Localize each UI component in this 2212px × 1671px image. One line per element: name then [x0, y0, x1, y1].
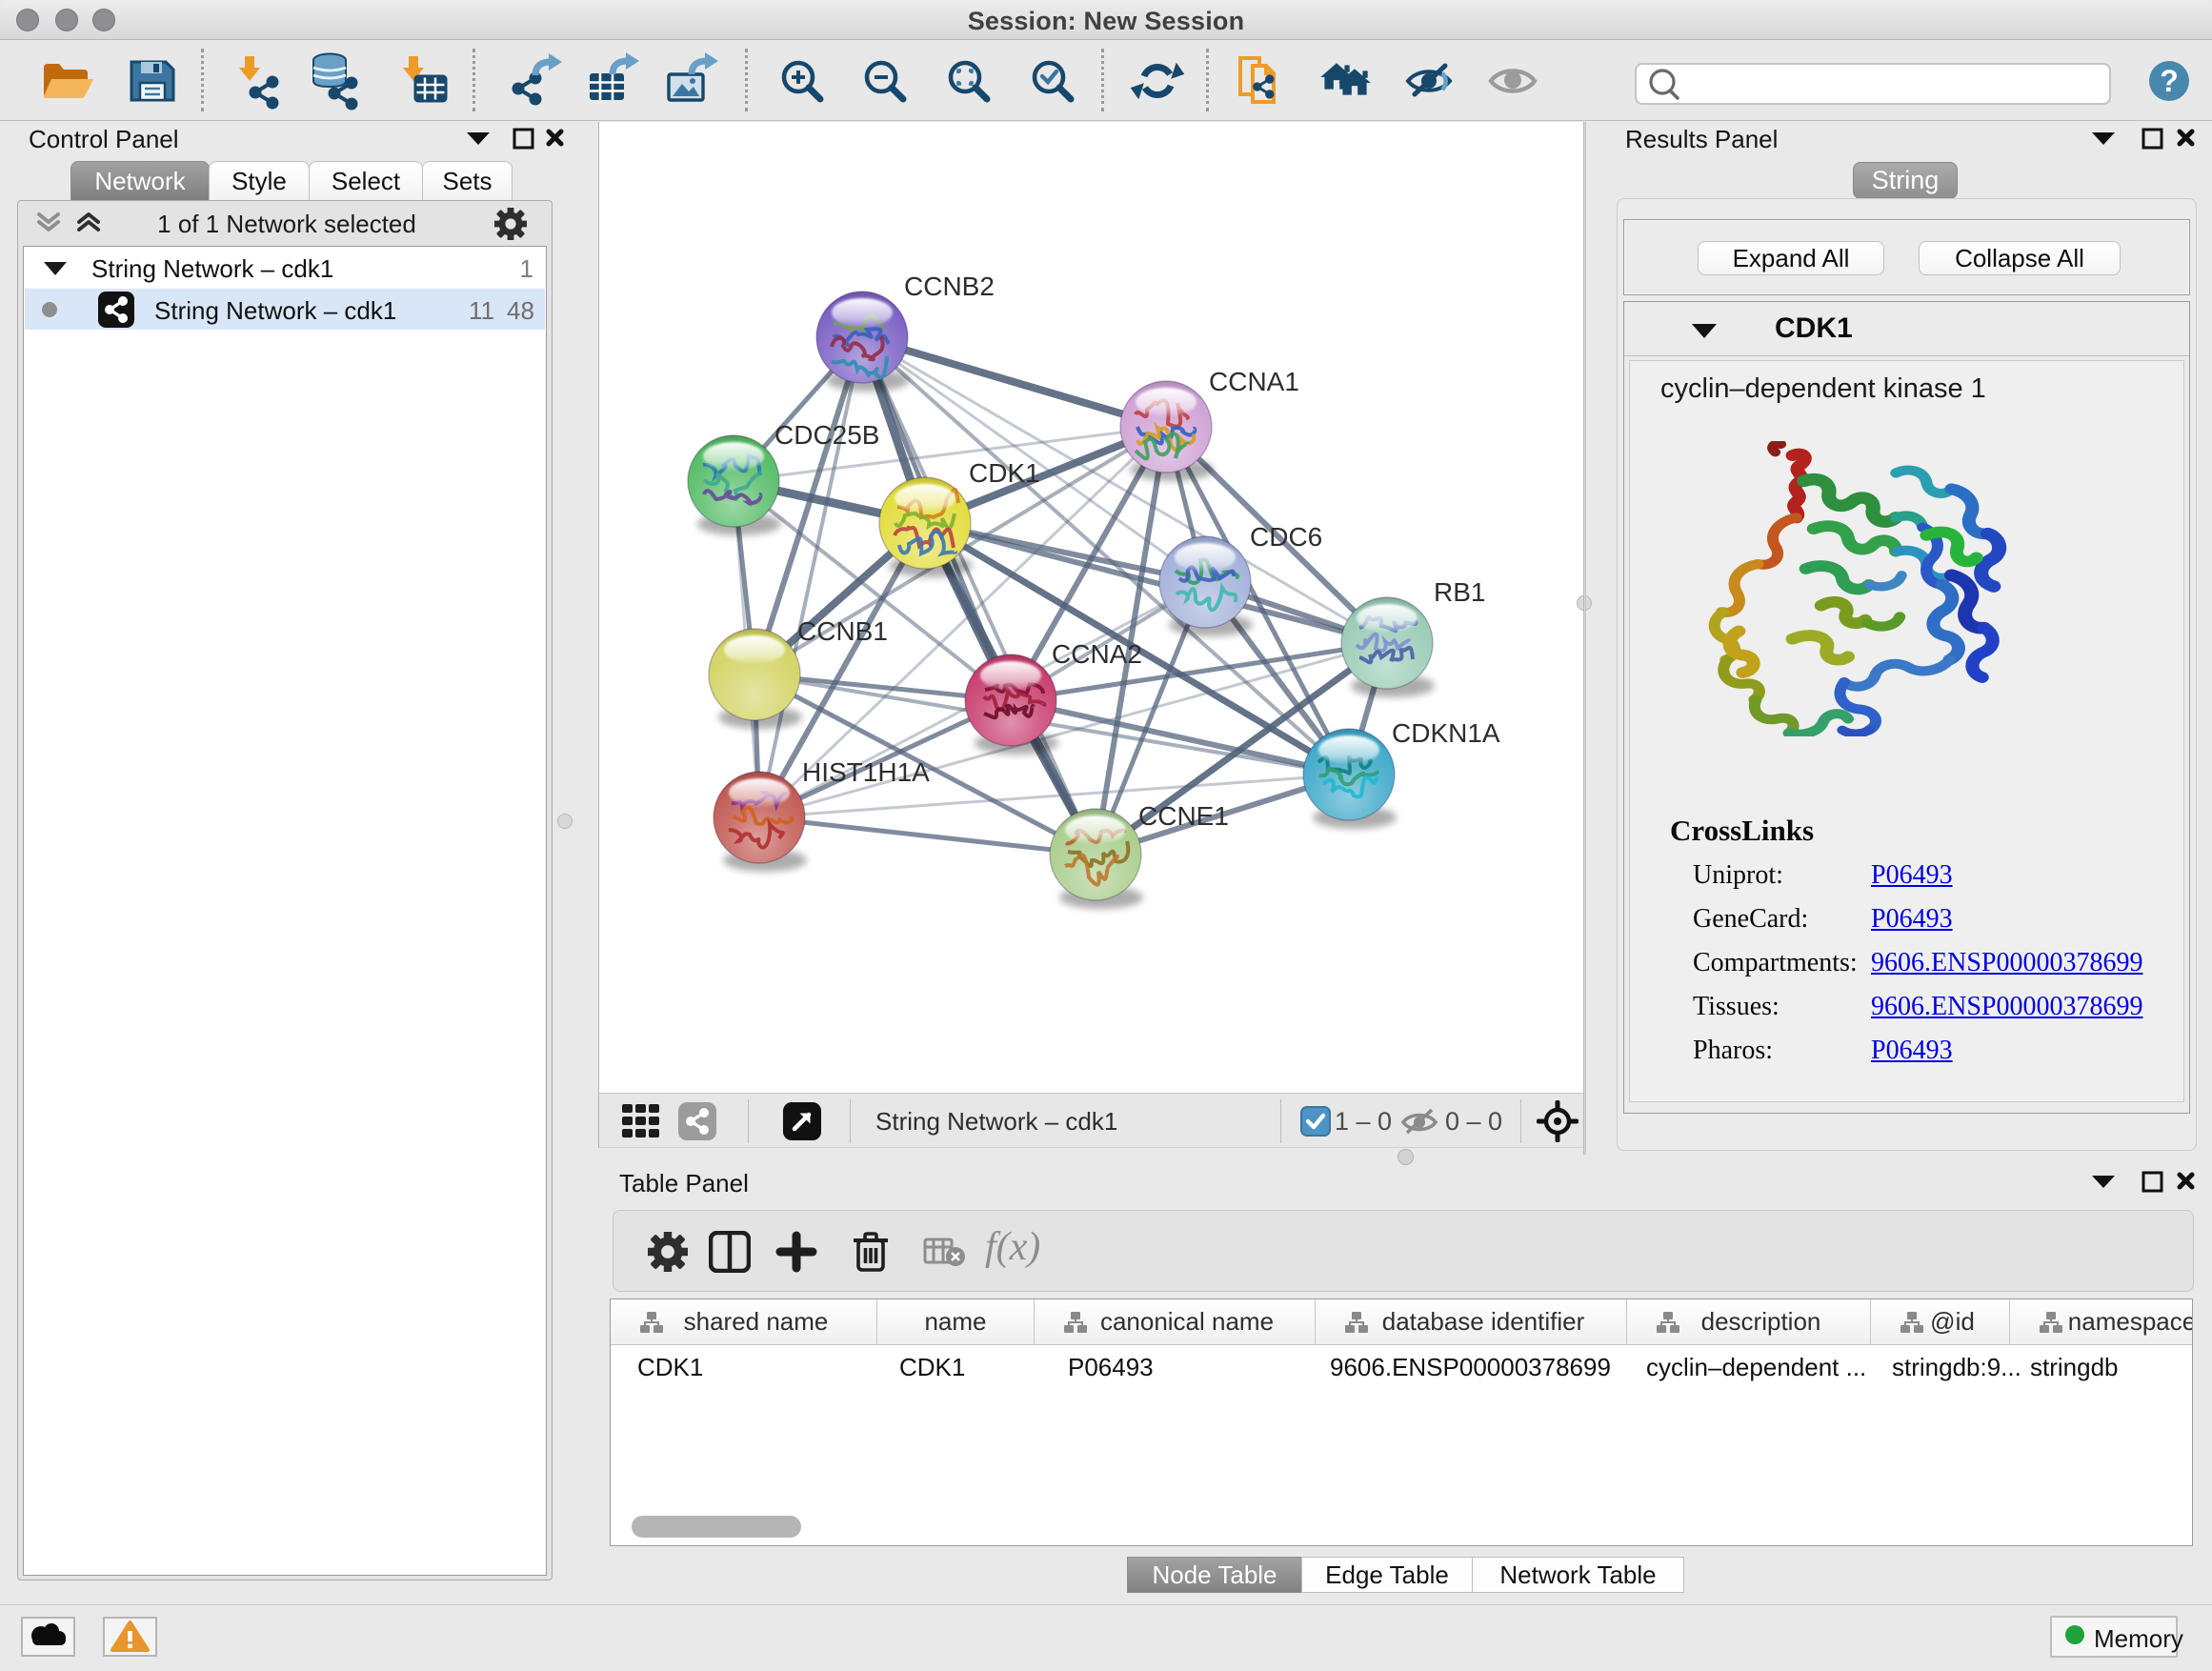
svg-text:CCNB2: CCNB2 — [904, 272, 995, 301]
svg-text:CCNE1: CCNE1 — [1138, 801, 1229, 831]
svg-text:CDK1: CDK1 — [969, 458, 1040, 488]
svg-text:CDC6: CDC6 — [1250, 522, 1322, 552]
svg-text:CDC25B: CDC25B — [774, 420, 879, 450]
svg-text:CCNA2: CCNA2 — [1052, 639, 1142, 669]
svg-text:RB1: RB1 — [1434, 577, 1485, 607]
svg-text:CCNB1: CCNB1 — [797, 616, 888, 646]
svg-text:HIST1H1A: HIST1H1A — [802, 757, 930, 787]
svg-text:CDKN1A: CDKN1A — [1392, 718, 1500, 748]
svg-text:?: ? — [2160, 64, 2179, 98]
svg-text:CCNA1: CCNA1 — [1209, 367, 1299, 396]
